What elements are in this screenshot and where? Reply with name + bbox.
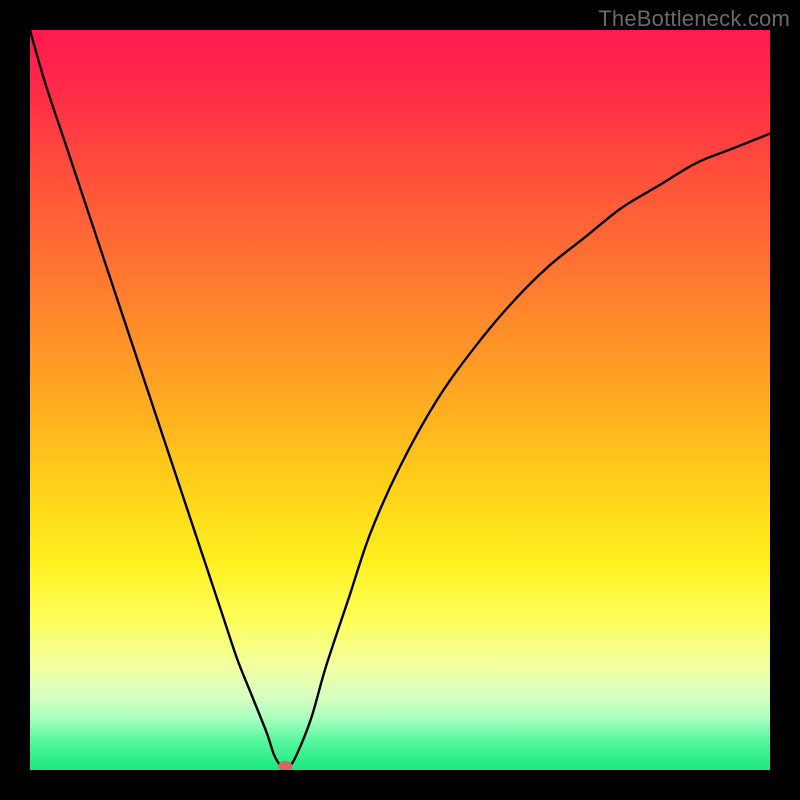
chart-frame: TheBottleneck.com <box>0 0 800 800</box>
plot-area <box>30 30 770 770</box>
bottleneck-curve <box>30 30 770 770</box>
optimal-point-marker <box>278 761 292 770</box>
watermark-text: TheBottleneck.com <box>598 6 790 32</box>
curve-path <box>30 30 770 768</box>
